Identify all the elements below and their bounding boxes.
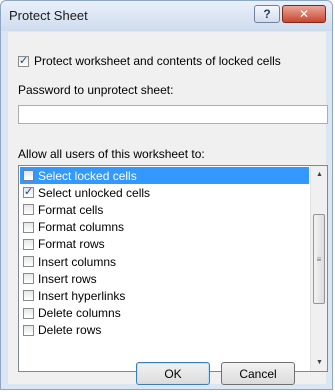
- permission-checkbox[interactable]: [23, 221, 34, 233]
- permissions-list-items: Select locked cells Select unlocked cells…: [20, 167, 309, 339]
- permission-item[interactable]: Select locked cells: [20, 167, 309, 185]
- permission-item[interactable]: Delete columns: [20, 305, 309, 322]
- permission-label: Format cells: [38, 202, 104, 217]
- permission-item[interactable]: Insert hyperlinks: [20, 287, 309, 304]
- permission-checkbox[interactable]: [23, 256, 34, 268]
- permission-item[interactable]: Insert rows: [20, 270, 309, 287]
- permission-label: Select locked cells: [38, 168, 137, 183]
- scroll-down-arrow-icon[interactable]: ▼: [311, 354, 327, 371]
- scroll-thumb[interactable]: ≡: [313, 214, 325, 304]
- permission-label: Select unlocked cells: [38, 185, 151, 200]
- permission-checkbox[interactable]: [23, 290, 34, 302]
- permission-checkbox[interactable]: [23, 324, 34, 336]
- protect-checkbox-row[interactable]: Protect worksheet and contents of locked…: [18, 54, 281, 68]
- cancel-button[interactable]: Cancel: [221, 362, 295, 385]
- scroll-up-arrow-icon[interactable]: ▲: [311, 166, 327, 183]
- help-icon: ?: [263, 7, 271, 21]
- permissions-list[interactable]: Select locked cells Select unlocked cells…: [18, 165, 328, 372]
- permission-item[interactable]: Format rows: [20, 236, 309, 253]
- permission-checkbox[interactable]: [23, 273, 34, 285]
- password-label: Password to unprotect sheet:: [18, 83, 174, 97]
- permission-checkbox[interactable]: [23, 307, 34, 319]
- permission-label: Delete columns: [38, 306, 121, 321]
- permission-checkbox[interactable]: [23, 204, 34, 216]
- title-bar: Protect Sheet ? ✕: [1, 1, 332, 31]
- permission-label: Format rows: [38, 237, 105, 252]
- allow-users-label: Allow all users of this worksheet to:: [18, 147, 205, 161]
- permission-label: Insert hyperlinks: [38, 288, 126, 303]
- permission-checkbox[interactable]: [23, 185, 34, 199]
- protect-sheet-dialog: Protect Sheet ? ✕ Protect worksheet and …: [0, 0, 333, 390]
- protect-checkbox-label: Protect worksheet and contents of locked…: [34, 54, 281, 68]
- close-icon: ✕: [298, 7, 310, 21]
- permission-checkbox[interactable]: [23, 238, 34, 250]
- protect-checkbox[interactable]: [18, 54, 29, 67]
- permission-item[interactable]: Format cells: [20, 201, 309, 218]
- permission-label: Insert columns: [38, 254, 117, 269]
- permission-label: Insert rows: [38, 271, 97, 286]
- permission-item[interactable]: Format columns: [20, 219, 309, 236]
- permission-item[interactable]: Select unlocked cells: [20, 184, 309, 201]
- permission-item[interactable]: Insert columns: [20, 253, 309, 270]
- password-field[interactable]: [18, 105, 328, 124]
- dialog-body: Protect worksheet and contents of locked…: [8, 32, 328, 385]
- ok-button[interactable]: OK: [136, 362, 210, 385]
- dialog-title: Protect Sheet: [9, 8, 88, 23]
- permission-label: Delete rows: [38, 323, 102, 338]
- help-button[interactable]: ?: [254, 5, 280, 23]
- permission-checkbox[interactable]: [23, 170, 34, 182]
- permission-item[interactable]: Delete rows: [20, 322, 309, 339]
- list-scrollbar[interactable]: ▲ ≡ ▼: [310, 166, 327, 371]
- permission-label: Format columns: [38, 220, 125, 235]
- close-button[interactable]: ✕: [282, 5, 326, 23]
